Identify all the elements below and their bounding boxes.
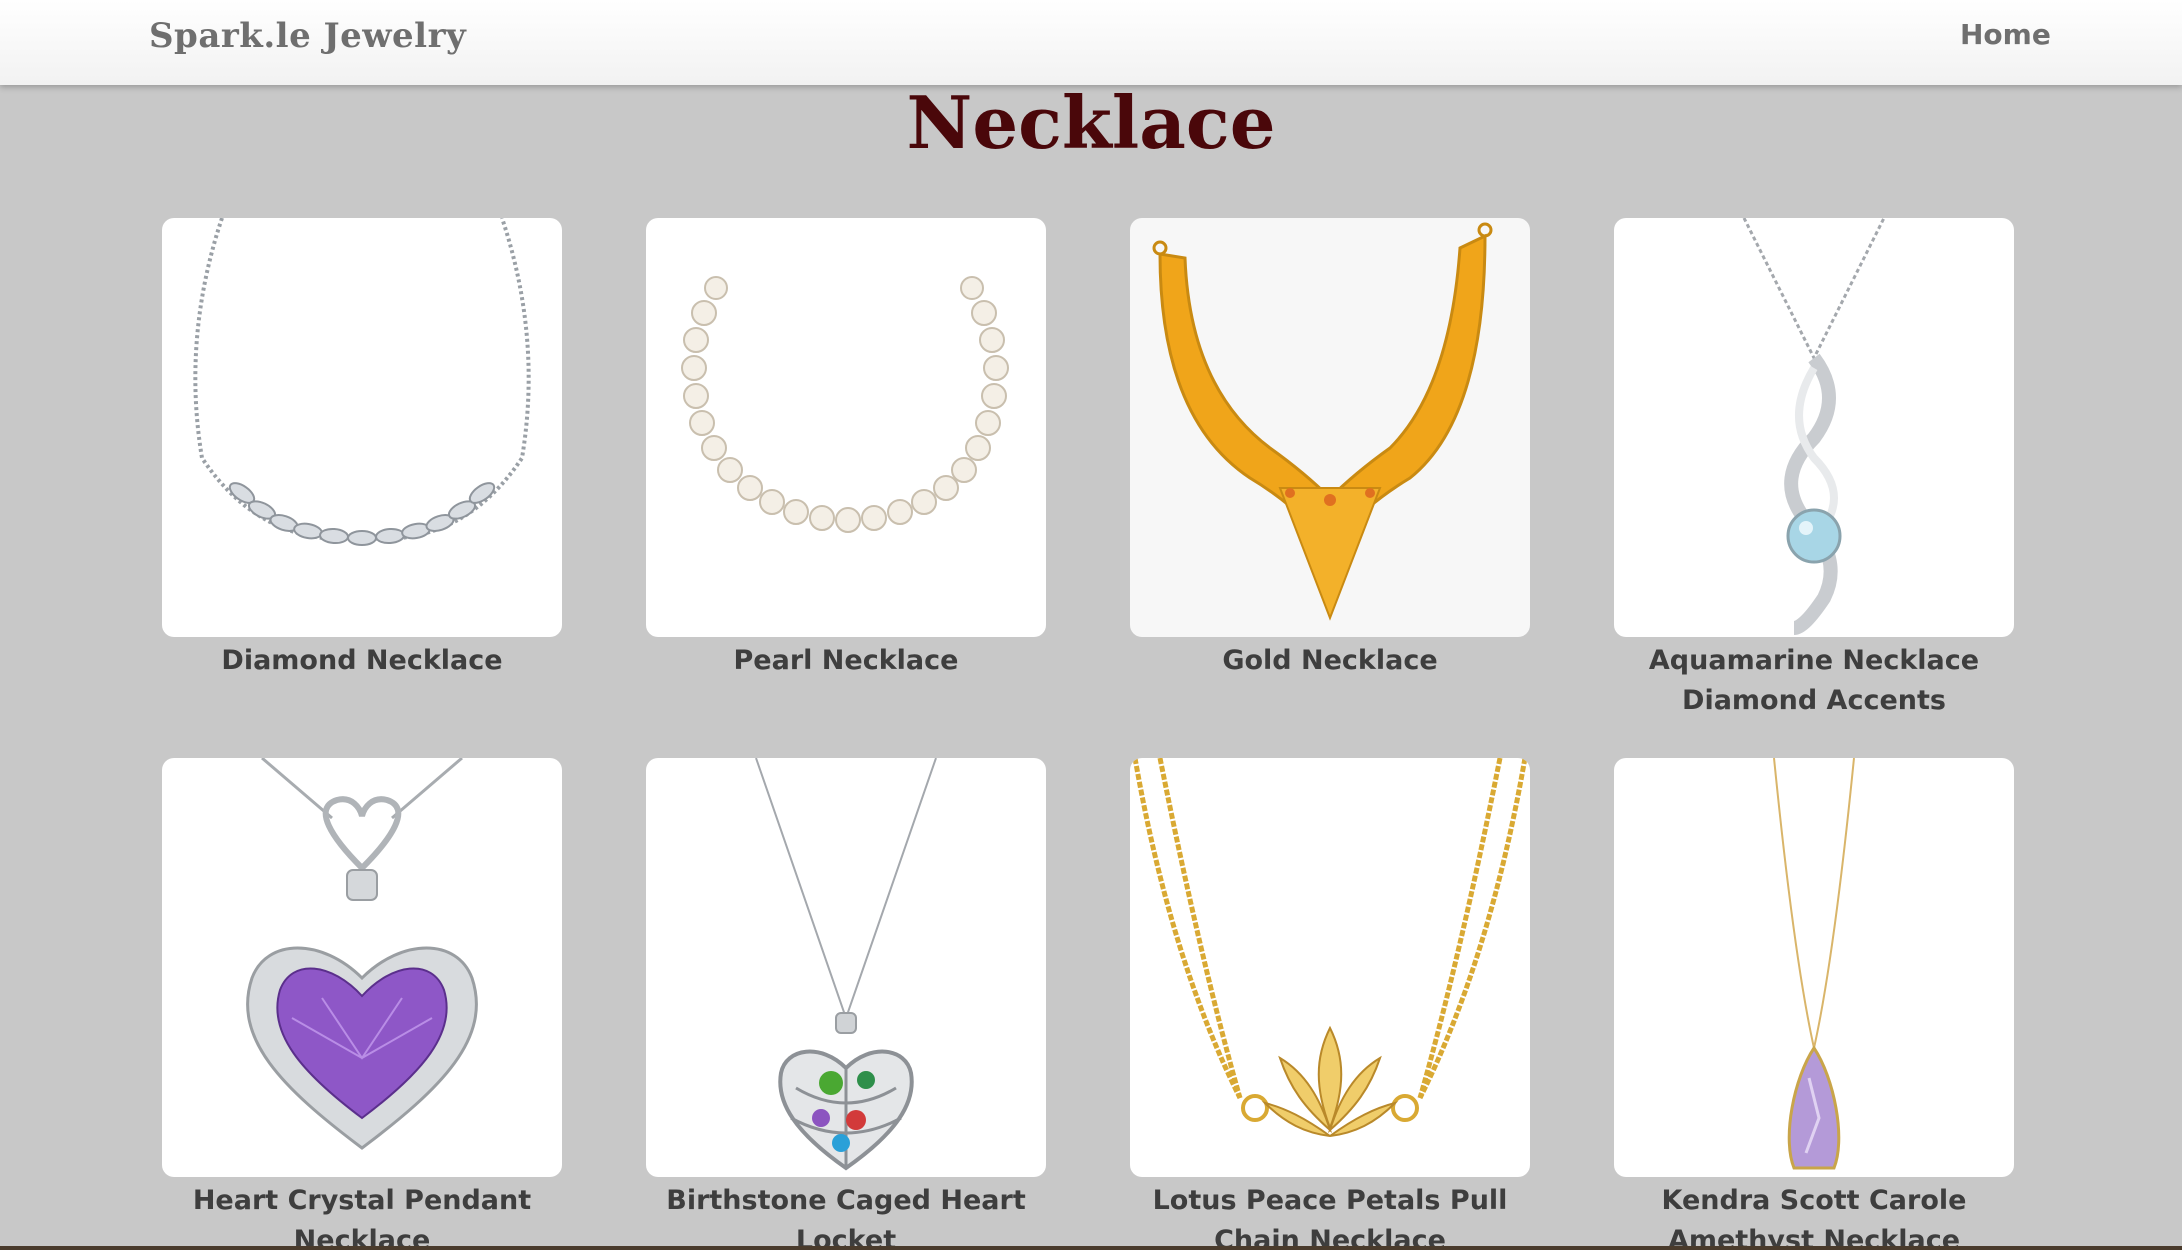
product-name[interactable]: Diamond Necklace <box>162 641 562 681</box>
caged-heart-locket-image[interactable] <box>646 758 1046 1177</box>
product-card-heart-crystal-pendant[interactable]: Heart Crystal Pendant Necklace <box>162 758 562 1250</box>
product-name[interactable]: Pearl Necklace <box>646 641 1046 681</box>
product-name[interactable]: Heart Crystal Pendant Necklace <box>162 1181 562 1250</box>
product-name[interactable]: Gold Necklace <box>1130 641 1530 681</box>
page-title: Necklace <box>906 80 1276 165</box>
page-bottom-border <box>0 1246 2182 1250</box>
product-name[interactable]: Aquamarine Necklace Diamond Accents <box>1614 641 2014 721</box>
aquamarine-necklace-image[interactable] <box>1614 218 2014 637</box>
product-card-amethyst-necklace[interactable]: Kendra Scott Carole Amethyst Necklace <box>1614 758 2014 1250</box>
product-card-pearl-necklace[interactable]: Pearl Necklace <box>646 218 1046 681</box>
product-card-diamond-necklace[interactable]: Diamond Necklace <box>162 218 562 681</box>
product-name[interactable]: Lotus Peace Petals Pull Chain Necklace <box>1130 1181 1530 1250</box>
amethyst-necklace-image[interactable] <box>1614 758 2014 1177</box>
product-card-gold-necklace[interactable]: Gold Necklace <box>1130 218 1530 681</box>
brand-logo-link[interactable]: Spark.le Jewelry <box>149 16 466 56</box>
nav-home-link[interactable]: Home <box>1960 18 2051 51</box>
pearl-necklace-image[interactable] <box>646 218 1046 637</box>
product-name[interactable]: Birthstone Caged Heart Locket <box>646 1181 1046 1250</box>
product-card-aquamarine-necklace[interactable]: Aquamarine Necklace Diamond Accents <box>1614 218 2014 721</box>
diamond-necklace-image[interactable] <box>162 218 562 637</box>
product-card-lotus-necklace[interactable]: Lotus Peace Petals Pull Chain Necklace <box>1130 758 1530 1250</box>
heart-crystal-pendant-image[interactable] <box>162 758 562 1177</box>
product-name[interactable]: Kendra Scott Carole Amethyst Necklace <box>1614 1181 2014 1250</box>
navbar: Spark.le Jewelry Home <box>0 0 2182 85</box>
lotus-necklace-image[interactable] <box>1130 758 1530 1177</box>
product-card-caged-heart-locket[interactable]: Birthstone Caged Heart Locket <box>646 758 1046 1250</box>
gold-necklace-image[interactable] <box>1130 218 1530 637</box>
